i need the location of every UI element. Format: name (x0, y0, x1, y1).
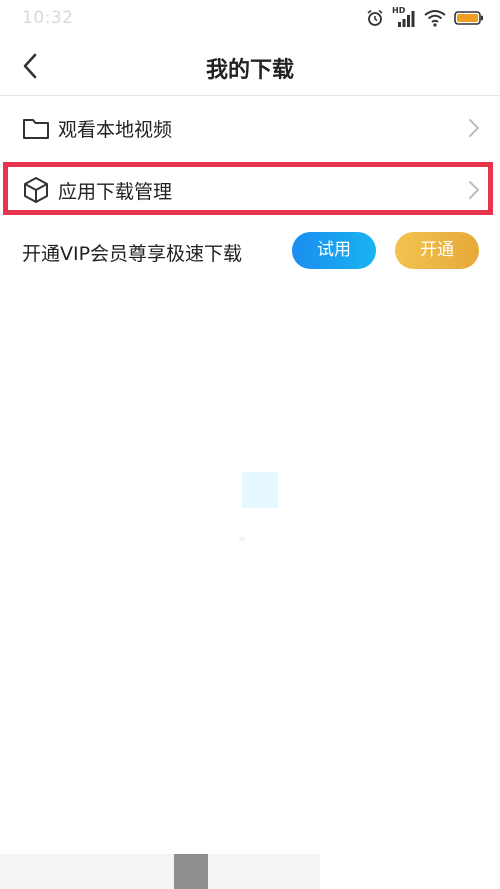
status-bar: 10:32 HD (0, 0, 500, 36)
hd-signal-icon: HD (392, 6, 416, 28)
battery-icon (454, 11, 483, 25)
vip-promo-text: 开通VIP会员尊享极速下载 (22, 243, 243, 265)
status-icons: HD (366, 6, 484, 30)
trial-button[interactable]: 试用 (292, 232, 376, 269)
local-video-row[interactable]: 观看本地视频 (0, 97, 500, 159)
alarm-icon (367, 9, 383, 26)
loading-dot (239, 537, 245, 541)
app-download-row[interactable]: 应用下载管理 (0, 159, 500, 221)
status-time: 10:32 (22, 8, 74, 28)
wifi-icon (424, 10, 446, 27)
nav-bar: 我的下载 (0, 36, 500, 96)
local-video-label: 观看本地视频 (58, 119, 173, 141)
folder-icon (23, 119, 49, 139)
open-vip-button[interactable]: 开通 (395, 232, 479, 269)
bottom-strip (0, 854, 320, 889)
loading-placeholder (242, 472, 278, 508)
vip-promo-row: 开通VIP会员尊享极速下载 试用 开通 (0, 222, 500, 280)
page-title: 我的下载 (205, 58, 294, 83)
chevron-right-icon (469, 181, 480, 199)
package-icon (24, 177, 48, 203)
chevron-right-icon (469, 119, 480, 137)
bottom-handle[interactable] (174, 854, 208, 889)
app-download-label: 应用下载管理 (58, 181, 173, 203)
